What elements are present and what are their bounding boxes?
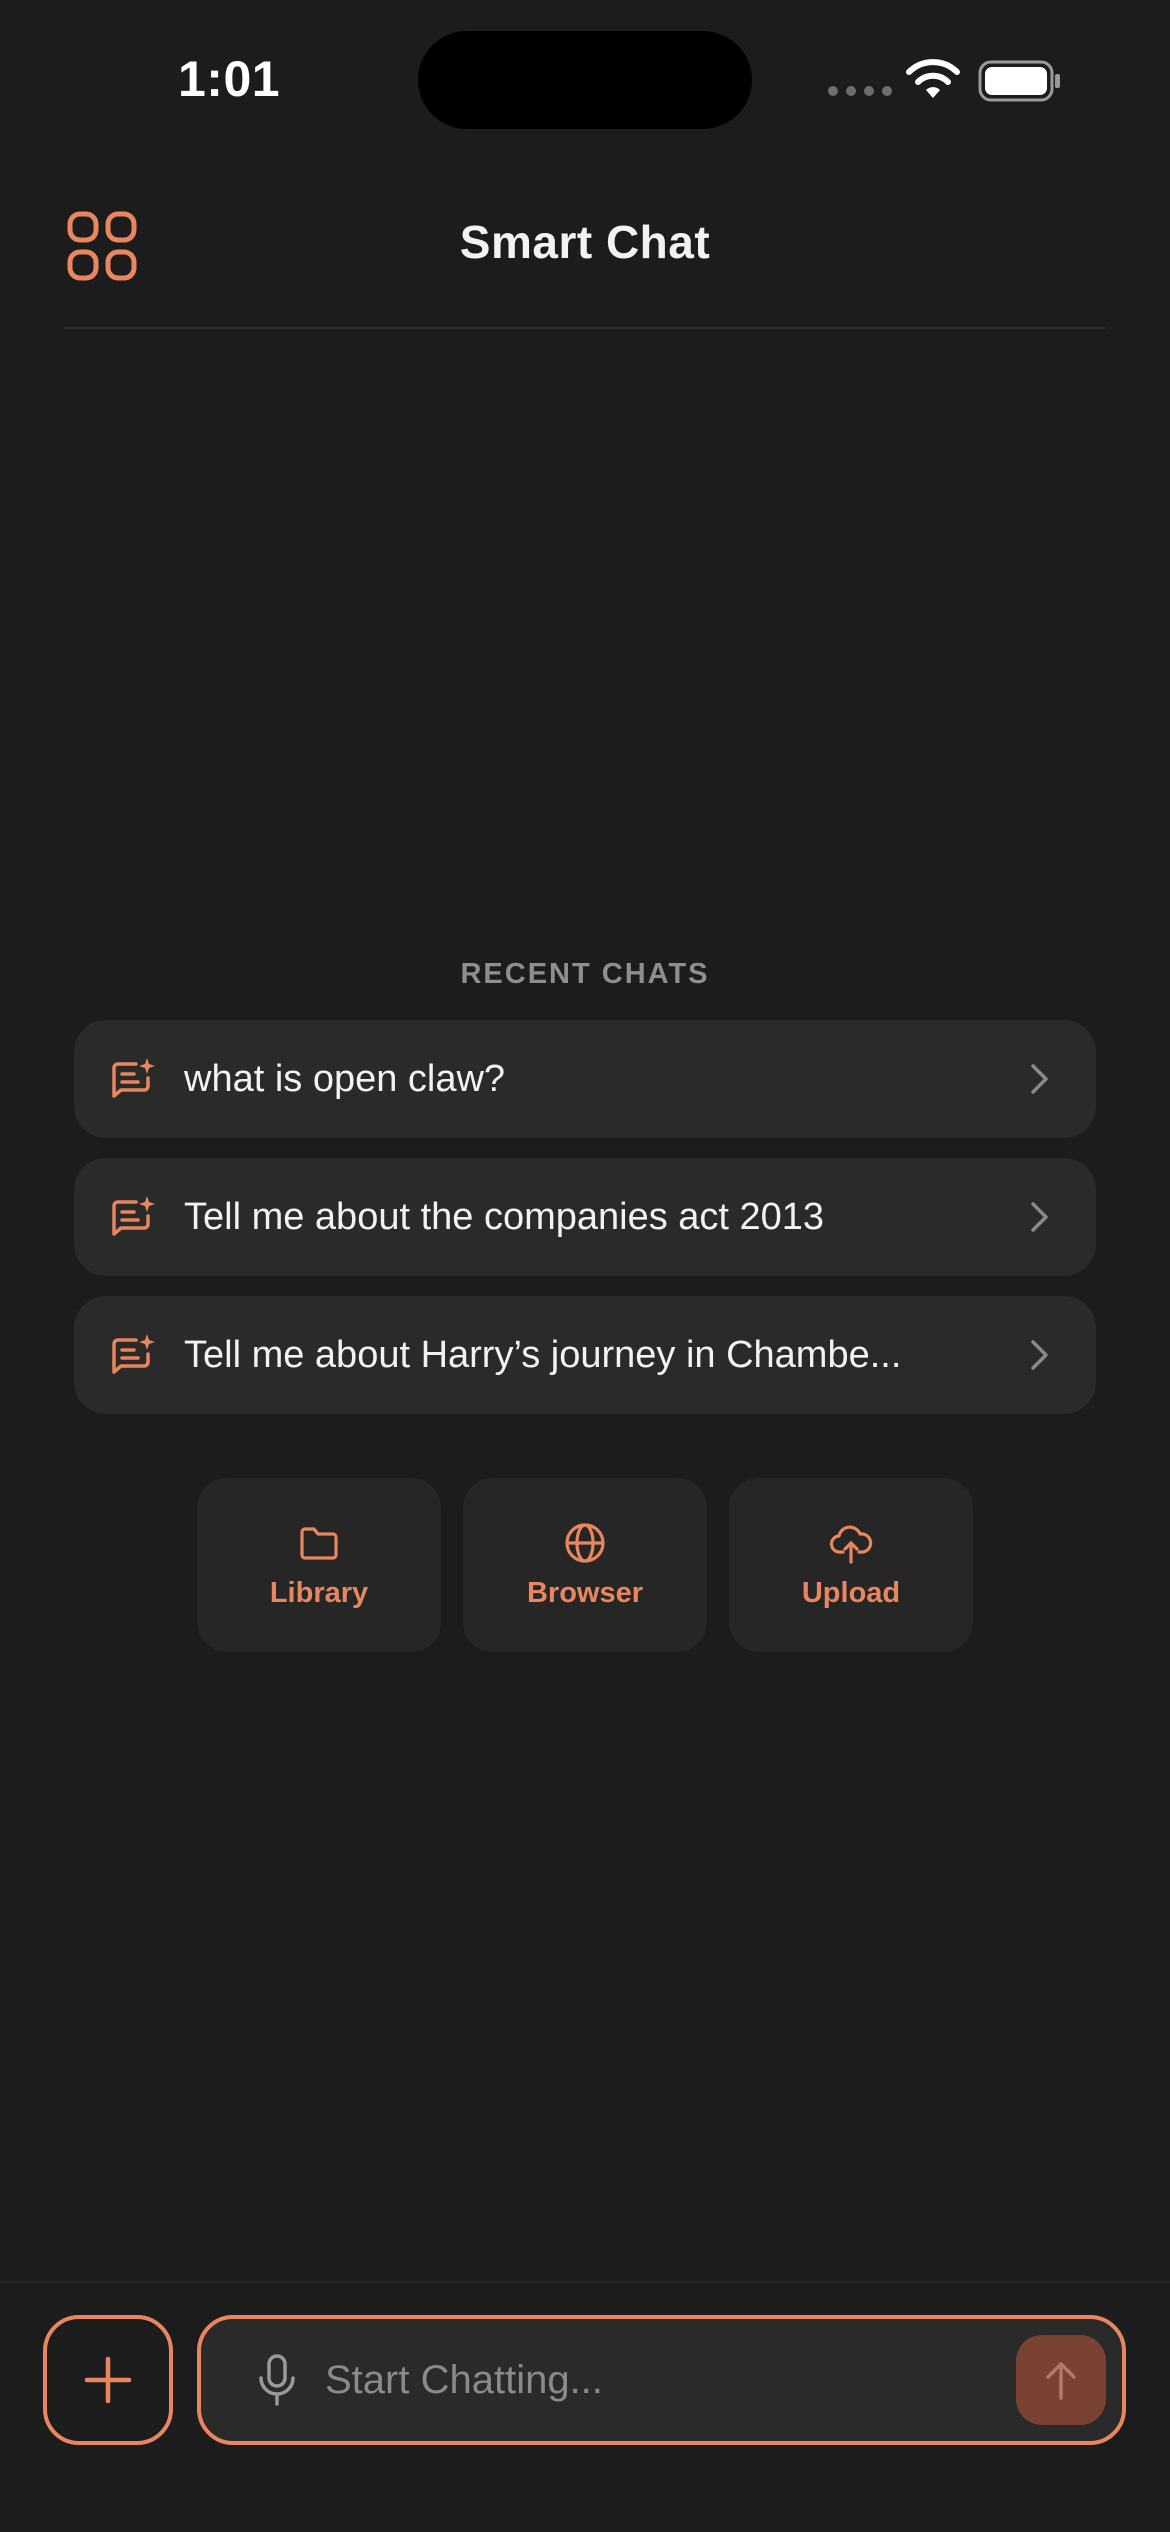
cloud-upload-icon [829,1525,873,1564]
library-label: Library [269,1576,369,1609]
chat-sparkle-icon [112,1058,155,1098]
dynamic-island [418,31,752,129]
chevron-right-icon [1031,1064,1048,1094]
add-button[interactable] [43,2315,173,2445]
recent-chat-title: Tell me about Harry’s journey in Chambe.… [184,1333,902,1376]
cellular-signal-icon [828,86,892,96]
send-button[interactable] [1016,2335,1106,2425]
composer-divider [0,2281,1170,2283]
recent-chat-title: what is open claw? [184,1057,506,1100]
globe-icon [565,1522,605,1563]
library-button[interactable]: Library [197,1478,441,1652]
browser-label: Browser [526,1576,644,1609]
upload-label: Upload [801,1576,901,1609]
status-time: 1:01 [178,51,281,107]
upload-button[interactable]: Upload [729,1478,973,1652]
chat-input-container [197,2315,1126,2445]
chevron-right-icon [1031,1340,1048,1370]
chevron-right-icon [1031,1202,1048,1232]
microphone-icon[interactable] [257,2354,297,2406]
recent-chats-heading: RECENT CHATS [460,958,710,990]
folder-icon [300,1526,338,1560]
header-divider [64,327,1106,329]
browser-button[interactable]: Browser [463,1478,707,1652]
recent-chat-item[interactable]: what is open claw? [74,1020,1096,1138]
wifi-icon [906,59,960,98]
arrow-up-icon [1046,2362,1076,2400]
chat-input[interactable] [323,2356,1016,2404]
recent-chat-item[interactable]: Tell me about the companies act 2013 [74,1158,1096,1276]
chat-sparkle-icon [112,1334,155,1374]
page-title: Smart Chat [459,216,711,268]
plus-icon [84,2356,132,2404]
battery-icon [978,60,1060,102]
recent-chat-item[interactable]: Tell me about Harry’s journey in Chambe.… [74,1296,1096,1414]
recent-chat-title: Tell me about the companies act 2013 [184,1195,825,1238]
chat-sparkle-icon [112,1196,155,1236]
